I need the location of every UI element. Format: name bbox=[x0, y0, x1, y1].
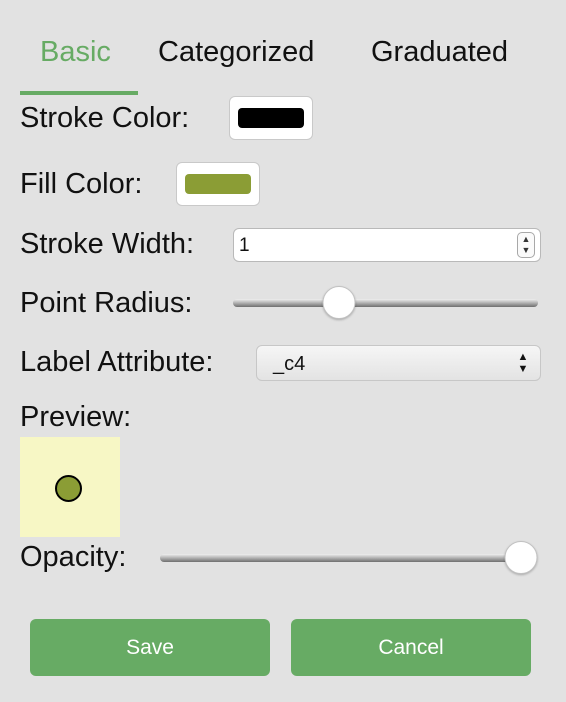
tab-graduated[interactable]: Graduated bbox=[371, 34, 508, 70]
save-button[interactable]: Save bbox=[30, 619, 270, 676]
opacity-track bbox=[160, 554, 537, 562]
opacity-slider[interactable] bbox=[160, 541, 538, 574]
label-attribute-label: Label Attribute: bbox=[20, 346, 214, 378]
style-preview bbox=[20, 437, 120, 537]
tab-categorized[interactable]: Categorized bbox=[158, 34, 314, 70]
point-radius-slider[interactable] bbox=[233, 286, 538, 319]
fill-color-label: Fill Color: bbox=[20, 168, 143, 200]
select-arrows-icon: ▲ ▼ bbox=[517, 351, 529, 375]
preview-label: Preview: bbox=[20, 401, 132, 433]
stroke-color-label: Stroke Color: bbox=[20, 102, 190, 134]
active-tab-indicator bbox=[20, 91, 138, 95]
fill-color-picker[interactable] bbox=[176, 162, 260, 206]
stroke-width-spinner[interactable]: ▲ ▼ bbox=[517, 232, 535, 258]
label-attribute-value: _c4 bbox=[273, 353, 306, 375]
preview-point-symbol bbox=[55, 475, 82, 502]
select-up-icon: ▲ bbox=[517, 351, 529, 363]
opacity-label: Opacity: bbox=[20, 541, 127, 573]
stroke-color-swatch bbox=[238, 108, 304, 128]
opacity-thumb[interactable] bbox=[504, 541, 538, 574]
fill-color-swatch bbox=[185, 174, 251, 194]
stroke-color-picker[interactable] bbox=[229, 96, 313, 140]
style-tabs: Basic Categorized Graduated bbox=[20, 28, 546, 96]
label-attribute-select[interactable]: _c4 ▲ ▼ bbox=[256, 345, 541, 381]
tab-basic[interactable]: Basic bbox=[40, 34, 111, 70]
spinner-down-icon[interactable]: ▼ bbox=[520, 245, 532, 256]
stroke-width-label: Stroke Width: bbox=[20, 228, 195, 260]
point-radius-thumb[interactable] bbox=[322, 286, 356, 319]
stroke-width-value: 1 bbox=[239, 235, 250, 256]
point-radius-label: Point Radius: bbox=[20, 287, 193, 319]
point-radius-track bbox=[233, 299, 538, 307]
spinner-up-icon[interactable]: ▲ bbox=[520, 234, 532, 245]
stroke-width-input[interactable]: 1 ▲ ▼ bbox=[233, 228, 541, 262]
select-down-icon: ▼ bbox=[517, 363, 529, 375]
cancel-button[interactable]: Cancel bbox=[291, 619, 531, 676]
